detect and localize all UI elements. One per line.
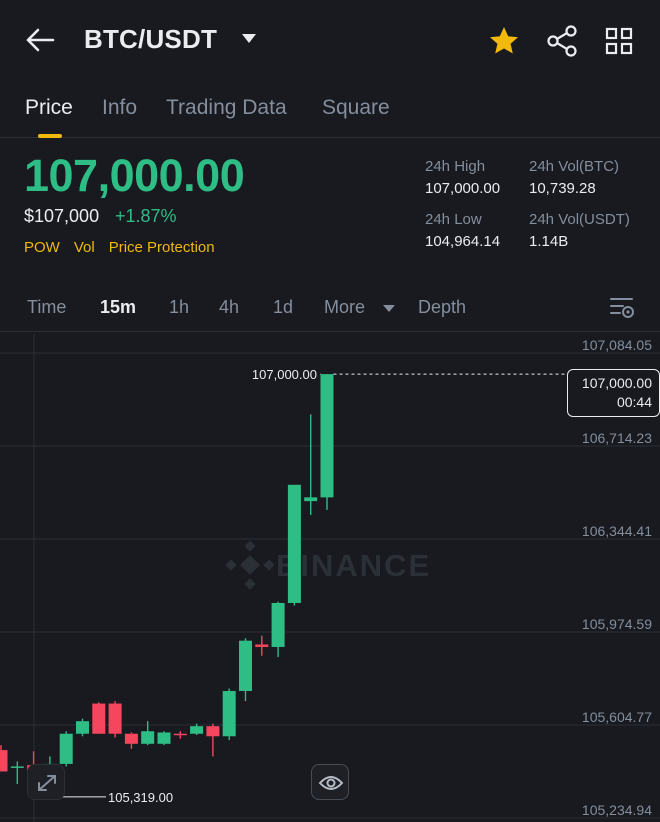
interval-1d[interactable]: 1d xyxy=(273,297,293,318)
tab-active-indicator xyxy=(38,134,62,138)
high-value: 107,000.00 xyxy=(425,180,501,197)
candle-body xyxy=(239,640,252,691)
tag-price-protection[interactable]: Price Protection xyxy=(109,239,215,256)
grid-icon[interactable] xyxy=(604,26,634,56)
interval-time[interactable]: Time xyxy=(27,297,66,318)
candle-body xyxy=(206,726,220,737)
candle-body xyxy=(271,602,285,647)
eye-icon xyxy=(318,776,344,790)
vol-btc-label: 24h Vol(BTC) xyxy=(529,158,620,175)
tab-info[interactable]: Info xyxy=(102,96,137,120)
candle-body xyxy=(157,732,171,744)
low-label: 24h Low xyxy=(425,211,482,228)
interval-15m[interactable]: 15m xyxy=(100,297,136,318)
tab-trading-data[interactable]: Trading Data xyxy=(166,96,287,120)
candle-body xyxy=(0,750,8,772)
interval-depth[interactable]: Depth xyxy=(418,297,466,318)
share-icon[interactable] xyxy=(545,24,579,58)
interval-1h[interactable]: 1h xyxy=(169,297,189,318)
y-tick-label: 105,604.77 xyxy=(582,709,652,725)
tag-pow[interactable]: POW xyxy=(24,239,60,256)
candle-body xyxy=(173,733,187,736)
vol-usdt-value: 1.14B xyxy=(529,233,569,250)
tab-bar: Price Info Trading Data Square xyxy=(0,88,660,138)
candle-body xyxy=(287,484,301,603)
caret-down-icon[interactable] xyxy=(242,34,256,43)
candle-body xyxy=(108,703,122,734)
candles xyxy=(0,374,334,797)
star-icon[interactable] xyxy=(487,24,521,58)
fiat-price: $107,000 xyxy=(24,206,100,226)
candle-body xyxy=(141,731,155,744)
more-caret-icon[interactable] xyxy=(383,305,395,312)
last-price-tag: 107,000.00 00:44 xyxy=(567,369,660,417)
vol-btc-value: 10,739.28 xyxy=(529,180,596,197)
y-tick-label: 106,344.41 xyxy=(582,523,652,539)
candle-body xyxy=(92,703,106,734)
tag-vol[interactable]: Vol xyxy=(74,239,95,256)
expand-icon xyxy=(38,775,56,791)
vol-usdt-label: 24h Vol(USDT) xyxy=(529,211,630,228)
low-value: 104,964.14 xyxy=(425,233,501,250)
last-price: 107,000.00 xyxy=(24,150,245,201)
candle-body xyxy=(124,733,138,744)
candle-body xyxy=(320,374,334,498)
candle-countdown: 00:44 xyxy=(616,394,652,410)
y-tick-label: 105,974.59 xyxy=(582,616,652,632)
candle-body xyxy=(76,721,89,734)
candle-body xyxy=(59,733,73,764)
pair-title[interactable]: BTC/USDT xyxy=(84,24,217,55)
chart-settings-icon[interactable] xyxy=(608,295,636,321)
low-marker-label: 105,319.00 xyxy=(108,790,173,805)
interval-bar: Time 15m 1h 4h 1d More Depth xyxy=(0,284,660,332)
price-change-percent: +1.87% xyxy=(115,206,177,226)
tab-price[interactable]: Price xyxy=(25,96,73,120)
tab-square[interactable]: Square xyxy=(322,96,390,120)
tag-list: POW Vol Price Protection xyxy=(24,239,229,256)
candle-body xyxy=(255,644,269,647)
toggle-indicators-button[interactable] xyxy=(311,764,349,800)
high-marker-label: 107,000.00 xyxy=(252,367,317,382)
interval-more[interactable]: More xyxy=(324,297,365,318)
candle-body xyxy=(304,497,318,502)
candle-body xyxy=(190,726,204,734)
candle-body xyxy=(10,766,24,768)
top-bar: BTC/USDT xyxy=(0,0,660,82)
candlestick-chart[interactable]: BINANCE 107,084.05 106,714.23 106,344.41 10… xyxy=(0,334,660,822)
high-label: 24h High xyxy=(425,158,486,175)
y-tick-label: 105,234.94 xyxy=(582,802,652,818)
interval-4h[interactable]: 4h xyxy=(219,297,239,318)
last-price-tag-value: 107,000.00 xyxy=(581,375,652,391)
expand-chart-button[interactable] xyxy=(27,764,65,800)
y-tick-label: 106,714.23 xyxy=(582,430,652,446)
watermark: BINANCE xyxy=(225,540,429,590)
candle-body xyxy=(222,690,236,737)
y-tick-label: 107,084.05 xyxy=(582,337,652,353)
back-arrow-icon[interactable] xyxy=(24,26,56,54)
